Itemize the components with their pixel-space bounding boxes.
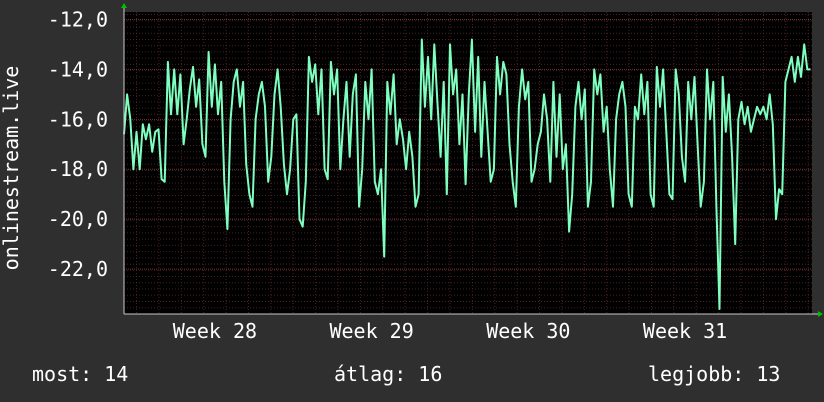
chart-container: -12,0 -14,0 -16,0 -18,0 -20,0 -22,0 Week 28 We… [0, 0, 824, 402]
y-tick-label: -18,0 [48, 157, 108, 181]
x-tick-label: Week 31 [643, 319, 727, 343]
y-tick-label: -22,0 [48, 257, 108, 281]
x-tick-label: Week 28 [173, 319, 257, 343]
y-tick-label: -20,0 [48, 207, 108, 231]
y-tick-label: -12,0 [48, 7, 108, 31]
x-tick-label: Week 29 [329, 319, 413, 343]
y-axis-label: onlinestream.live [0, 66, 23, 271]
y-tick-label: -16,0 [48, 107, 108, 131]
best-stat: legjobb: 13 [648, 362, 781, 386]
y-tick-label: -14,0 [48, 57, 108, 81]
y-axis-arrow [121, 3, 127, 8]
x-axis-arrow [818, 311, 823, 317]
line-chart: -12,0 -14,0 -16,0 -18,0 -20,0 -22,0 Week 28 We… [0, 3, 823, 343]
average-stat: átlag: 16 [334, 362, 443, 386]
current-stat: most: 14 [32, 362, 129, 386]
x-tick-label: Week 30 [486, 319, 570, 343]
